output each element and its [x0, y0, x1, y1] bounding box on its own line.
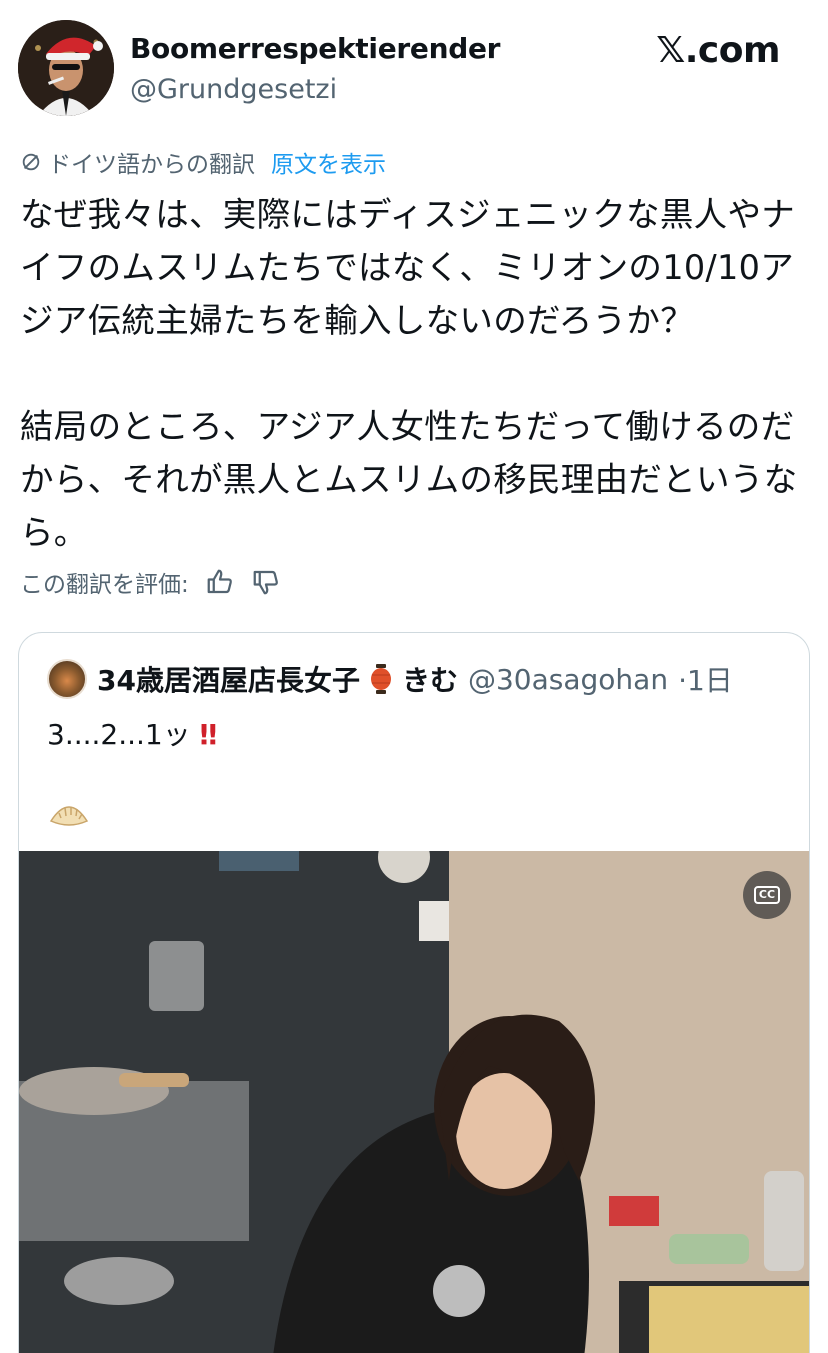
x-brand-logo: 𝕏.com [656, 30, 780, 71]
double-exclamation-icon: ‼ [199, 718, 217, 751]
tweet-text: なぜ我々は、実際にはディスジェニックな黒人やナイフのムスリムたちではなく、ミリオ… [20, 195, 798, 552]
gyoza-icon [49, 806, 89, 826]
translation-notice: ドイツ語からの翻訳 原文を表示 [20, 145, 386, 179]
translate-off-icon [22, 153, 40, 171]
avatar[interactable] [18, 20, 114, 116]
quoted-timestamp[interactable]: ·1日 [678, 659, 733, 699]
rate-translation-label: この翻訳を評価: [20, 572, 189, 598]
quoted-handle[interactable]: @30asagohan [468, 663, 668, 696]
user-handle[interactable]: @Grundgesetzi [130, 74, 337, 105]
quoted-tweet-header: 34歳居酒屋店長女子 きむ @30asagohan ·1日 [47, 659, 733, 699]
thumbs-down-icon[interactable] [251, 567, 281, 597]
quoted-avatar[interactable] [47, 659, 87, 699]
quoted-text-content: 3....2...1ッ [47, 718, 191, 751]
lantern-icon [370, 664, 391, 694]
display-name[interactable]: Boomerrespektierender [130, 32, 500, 65]
quoted-name-suffix: きむ [401, 664, 458, 697]
video-player[interactable]: CC [19, 851, 809, 1353]
closed-captions-icon[interactable]: CC [743, 871, 791, 919]
translation-label: ドイツ語からの翻訳 [48, 152, 255, 178]
video-frame [19, 851, 809, 1353]
show-original-link[interactable]: 原文を表示 [271, 145, 386, 179]
quoted-tweet-card[interactable]: 34歳居酒屋店長女子 きむ @30asagohan ·1日 3....2...1… [18, 632, 810, 1353]
quoted-tweet-text: 3....2...1ッ ‼ [47, 713, 217, 753]
rate-translation-row: この翻訳を評価: [20, 565, 281, 599]
thumbs-up-icon[interactable] [205, 567, 235, 597]
quoted-display-name[interactable]: 34歳居酒屋店長女子 [97, 659, 360, 699]
tweet-header: Boomerrespektierender @Grundgesetzi 𝕏.co… [18, 20, 810, 120]
